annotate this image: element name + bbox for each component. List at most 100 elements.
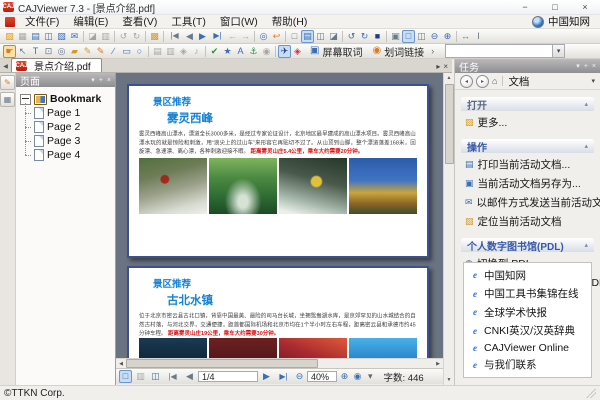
- collapse-chevron-icon[interactable]: ▴: [584, 100, 588, 108]
- horizontal-scroll-thumb[interactable]: [126, 359, 318, 368]
- page-indicator-input[interactable]: 1/4: [198, 371, 258, 382]
- rotate-left-icon[interactable]: ↺: [345, 30, 358, 43]
- facing-mode-icon[interactable]: ▥: [134, 370, 147, 383]
- facing-icon[interactable]: ◫: [314, 30, 327, 43]
- panel-close-icon[interactable]: ×: [107, 77, 111, 84]
- panel-menu-icon[interactable]: ▾: [576, 62, 580, 70]
- zoom-out-icon[interactable]: ⊖: [294, 371, 305, 382]
- task-action-item[interactable]: ▤打印当前活动文档...: [465, 157, 596, 172]
- task-section-header[interactable]: 操作 ▴: [461, 139, 594, 153]
- task-home-icon[interactable]: ⌂: [492, 76, 497, 86]
- word-link-button[interactable]: ◉ 划词链接: [368, 45, 428, 58]
- text-stamp-icon[interactable]: A: [234, 45, 247, 58]
- menu-item[interactable]: 查看(V): [115, 14, 164, 29]
- maximize-button[interactable]: □: [540, 0, 570, 14]
- panel-pin-icon[interactable]: +: [99, 77, 103, 84]
- next-page-icon[interactable]: ▶: [260, 370, 273, 383]
- bookmark-page-node[interactable]: Page 1: [32, 106, 113, 120]
- continuous-mode-icon[interactable]: ◫: [149, 370, 162, 383]
- close-button[interactable]: ×: [570, 0, 600, 14]
- text-select-icon[interactable]: T: [29, 45, 42, 58]
- tab-next-icon[interactable]: ▸: [436, 62, 440, 71]
- select-tool-icon[interactable]: ↖: [16, 45, 29, 58]
- zoom-in-icon[interactable]: ⊕: [441, 30, 454, 43]
- hand-tool-icon[interactable]: ☛: [3, 45, 16, 58]
- bookmark-root-node[interactable]: Bookmark: [20, 92, 113, 106]
- task-forward-icon[interactable]: ▸: [476, 75, 489, 88]
- bookmark-page-node[interactable]: Page 2: [32, 120, 113, 134]
- refresh-icon[interactable]: ↩: [270, 30, 283, 43]
- prev-page-icon[interactable]: ◀: [183, 30, 196, 43]
- bookmark-page-node[interactable]: Page 4: [32, 148, 113, 162]
- panel-pin-icon[interactable]: +: [584, 63, 588, 70]
- task-section-header[interactable]: 个人数字图书馆(PDL) ▴: [461, 238, 594, 252]
- collapse-chevron-icon[interactable]: ▴: [584, 142, 588, 150]
- actual-size-icon[interactable]: ▣: [389, 30, 402, 43]
- combobox-dropdown-icon[interactable]: ▾: [552, 45, 564, 57]
- web-link[interactable]: e CNKI英汉/汉英辞典: [470, 323, 585, 338]
- task-action-item[interactable]: ▣当前活动文档另存为...: [465, 176, 596, 191]
- panel-menu-icon[interactable]: ▾: [91, 76, 95, 84]
- open-icon[interactable]: ▨: [3, 30, 16, 43]
- document-viewport[interactable]: 景区推荐 雾灵西峰 雾灵西峰高山漂水，漂道全长3000多米，是经过专家论证设计，…: [116, 73, 443, 358]
- web-link[interactable]: e 中国工具书集锦在线: [470, 286, 585, 301]
- menu-item[interactable]: 文件(F): [18, 14, 66, 29]
- star-stamp-icon[interactable]: ★: [221, 45, 234, 58]
- font-combobox[interactable]: ▾: [445, 44, 565, 58]
- rotate-right-icon[interactable]: ↻: [358, 30, 371, 43]
- fit-width-icon[interactable]: ◫: [415, 30, 428, 43]
- text-note-tool-icon[interactable]: ▦: [0, 92, 15, 107]
- bookmark-page-node[interactable]: Page 3: [32, 134, 113, 148]
- collapse-chevron-icon[interactable]: ▴: [584, 241, 588, 249]
- resize-grip[interactable]: [586, 388, 596, 398]
- page-setup-icon[interactable]: ▧: [55, 30, 68, 43]
- single-page-icon[interactable]: □: [288, 30, 301, 43]
- toolbar-overflow-icon[interactable]: ›: [428, 46, 437, 56]
- pen-icon[interactable]: ✎: [81, 45, 94, 58]
- highlight-icon[interactable]: ▰: [68, 45, 81, 58]
- vertical-scrollbar[interactable]: ▲ ▼: [443, 73, 454, 385]
- prev-page-icon[interactable]: ◀: [183, 370, 196, 383]
- scroll-down-icon[interactable]: ▼: [447, 375, 452, 385]
- zoom-in-icon[interactable]: ⊕: [339, 371, 350, 382]
- fullscreen-icon[interactable]: ■: [371, 30, 384, 43]
- scroll-left-icon[interactable]: ◀: [116, 361, 126, 367]
- properties-icon[interactable]: ▩: [148, 30, 161, 43]
- ellipse-icon[interactable]: ○: [133, 45, 146, 58]
- line-icon[interactable]: ∕: [107, 45, 120, 58]
- menu-item[interactable]: 帮助(H): [265, 14, 315, 29]
- tab-close-icon[interactable]: ×: [443, 62, 448, 71]
- minimize-button[interactable]: −: [510, 0, 540, 14]
- first-page-icon[interactable]: |◀: [164, 370, 181, 383]
- task-action-item[interactable]: ▨更多...: [465, 115, 596, 130]
- annotate-pen-icon[interactable]: ✎: [0, 75, 15, 90]
- book-mode-icon[interactable]: ◪: [327, 30, 340, 43]
- brush-icon[interactable]: ✎: [94, 45, 107, 58]
- brand-link[interactable]: 中国知网: [548, 14, 590, 29]
- web-link[interactable]: e 与我们联系: [470, 357, 585, 372]
- last-page-icon[interactable]: ▶|: [209, 30, 226, 43]
- capture-settings-icon[interactable]: ◈: [291, 45, 304, 58]
- panel-close-icon[interactable]: ×: [592, 63, 596, 70]
- menu-item[interactable]: 编辑(E): [66, 14, 115, 29]
- fit-mode-dropdown-icon[interactable]: ▾: [365, 371, 376, 382]
- tab-scroll-left-icon[interactable]: ◀: [0, 60, 11, 72]
- zoom-tool-icon[interactable]: ◎: [55, 45, 68, 58]
- last-page-icon[interactable]: ▶|: [275, 370, 292, 383]
- zoom-level-input[interactable]: 40%: [307, 371, 337, 382]
- vertical-scroll-thumb[interactable]: [445, 84, 454, 164]
- task-action-item[interactable]: ▨定位当前活动文档: [465, 214, 596, 229]
- web-link[interactable]: e 中国知网: [470, 268, 585, 283]
- next-page-icon[interactable]: ▶: [196, 30, 209, 43]
- web-link[interactable]: e 全球学术快报: [470, 305, 585, 320]
- rectangle-icon[interactable]: ▭: [120, 45, 133, 58]
- ocr-icon[interactable]: ✈: [278, 45, 291, 58]
- task-back-icon[interactable]: ◂: [460, 75, 473, 88]
- task-view-dropdown-icon[interactable]: ▾: [591, 77, 595, 85]
- search-icon[interactable]: ◎: [257, 30, 270, 43]
- anchor-stamp-icon[interactable]: ⚓: [247, 45, 260, 58]
- menu-item[interactable]: 窗口(W): [213, 14, 265, 29]
- email-icon[interactable]: ✉: [68, 30, 81, 43]
- scroll-up-icon[interactable]: ▲: [447, 73, 452, 83]
- continuous-icon[interactable]: ▤: [301, 30, 314, 43]
